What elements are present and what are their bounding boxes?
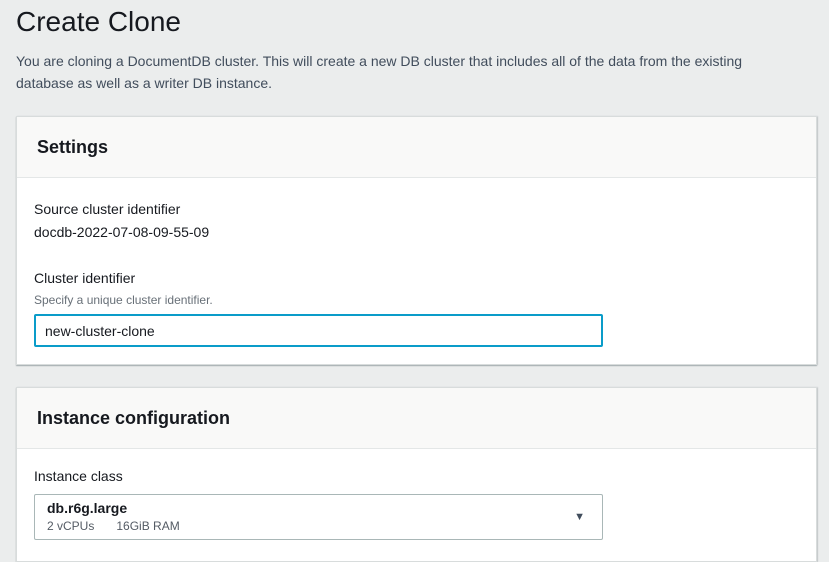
- settings-card-header: Settings: [17, 117, 816, 178]
- instance-configuration-card-body: Instance class db.r6g.large 2 vCPUs 16GiB…: [17, 449, 816, 561]
- dropdown-arrow-icon: ▼: [574, 511, 585, 523]
- instance-class-select[interactable]: db.r6g.large 2 vCPUs 16GiB RAM ▼: [34, 494, 603, 540]
- instance-class-specs: 2 vCPUs 16GiB RAM: [47, 519, 180, 534]
- instance-configuration-card-header: Instance configuration: [17, 388, 816, 449]
- cluster-identifier-label: Cluster identifier: [34, 269, 796, 287]
- instance-configuration-card-title: Instance configuration: [37, 407, 796, 429]
- page-title: Create Clone: [16, 6, 817, 38]
- instance-configuration-card: Instance configuration Instance class db…: [16, 387, 817, 562]
- source-cluster-identifier-field: Source cluster identifier docdb-2022-07-…: [34, 200, 796, 241]
- settings-card-title: Settings: [37, 136, 796, 158]
- cluster-identifier-input[interactable]: [34, 314, 603, 347]
- instance-class-selected-option: db.r6g.large 2 vCPUs 16GiB RAM: [47, 500, 180, 534]
- instance-class-ram: 16GiB RAM: [116, 519, 179, 533]
- instance-class-label: Instance class: [34, 467, 796, 485]
- source-cluster-identifier-label: Source cluster identifier: [34, 200, 796, 218]
- cluster-identifier-field: Cluster identifier Specify a unique clus…: [34, 269, 796, 347]
- page-description: You are cloning a DocumentDB cluster. Th…: [16, 50, 768, 94]
- source-cluster-identifier-value: docdb-2022-07-08-09-55-09: [34, 223, 796, 241]
- instance-class-name: db.r6g.large: [47, 500, 180, 517]
- create-clone-page: Create Clone You are cloning a DocumentD…: [0, 0, 829, 562]
- settings-card: Settings Source cluster identifier docdb…: [16, 116, 817, 365]
- cluster-identifier-hint: Specify a unique cluster identifier.: [34, 292, 796, 308]
- instance-class-cpu: 2 vCPUs: [47, 519, 94, 533]
- settings-card-body: Source cluster identifier docdb-2022-07-…: [17, 178, 816, 364]
